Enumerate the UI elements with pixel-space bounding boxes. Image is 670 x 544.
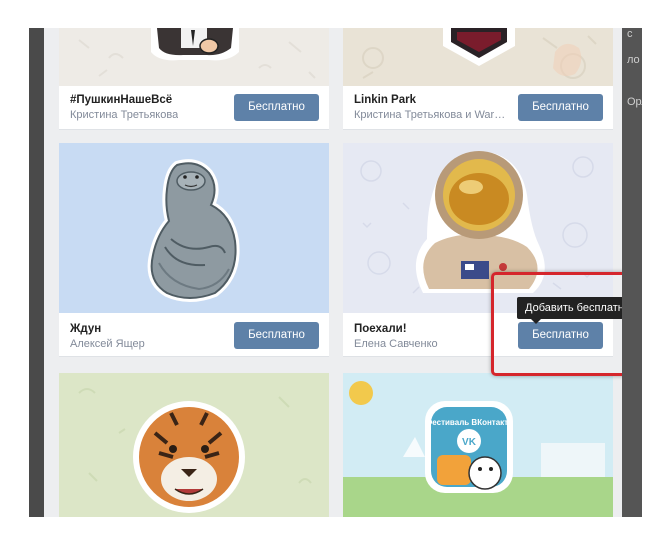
sticker-card-linkin-park[interactable]: Linkin Park Кристина Третьякова и Warner…	[343, 28, 613, 129]
right-strip-text: с	[627, 28, 633, 40]
right-strip-text: Орл	[627, 96, 642, 108]
vk-festival-badge-title: Фестиваль ВКонтакте	[425, 418, 513, 427]
add-free-button[interactable]: Бесплатно	[518, 94, 603, 121]
sticker-preview-tiger	[59, 373, 329, 517]
modal-overlay: #ПушкинНашеВсё Кристина Третьякова Беспл…	[29, 28, 642, 517]
sticker-author: Алексей Ящер	[70, 338, 145, 350]
add-free-button[interactable]: Бесплатно	[234, 322, 319, 349]
sticker-store-panel: #ПушкинНашеВсё Кристина Третьякова Беспл…	[44, 28, 641, 517]
sticker-card-vk-festival[interactable]: Фестиваль ВКонтакте VK	[343, 373, 613, 517]
sticker-preview-zhdun	[59, 143, 329, 313]
sticker-title: Ждун	[70, 323, 102, 335]
sticker-card-pushkin[interactable]: #ПушкинНашеВсё Кристина Третьякова Беспл…	[59, 28, 329, 129]
right-strip-text: ло	[627, 54, 640, 66]
highlight-box	[491, 272, 641, 376]
svg-text:VK: VK	[462, 437, 477, 448]
sticker-preview-linkin-park	[343, 28, 613, 86]
sticker-title: Поехали!	[354, 323, 407, 335]
vk-festival-badge: Фестиваль ВКонтакте VK	[425, 401, 513, 493]
sticker-card-zhdun[interactable]: Ждун Алексей Ящер Бесплатно	[59, 143, 329, 356]
sticker-author: Елена Савченко	[354, 338, 438, 350]
sticker-author: Кристина Третьякова и Warner Music	[354, 109, 509, 121]
sticker-preview-vk-festival: Фестиваль ВКонтакте VK	[343, 373, 613, 517]
sticker-title: #ПушкинНашеВсё	[70, 94, 173, 106]
add-free-button[interactable]: Бесплатно	[234, 94, 319, 121]
sticker-preview-pushkin	[59, 28, 329, 86]
sticker-author: Кристина Третьякова	[70, 109, 179, 121]
sticker-title: Linkin Park	[354, 94, 416, 106]
sticker-card-tiger[interactable]	[59, 373, 329, 517]
